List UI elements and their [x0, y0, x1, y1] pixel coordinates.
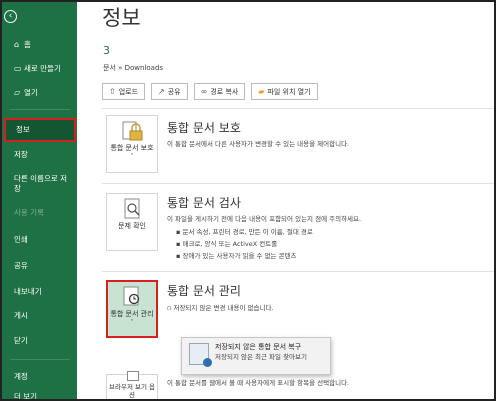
inspect-bullet: ▪ 매크로, 양식 또는 ActiveX 컨트롤	[176, 240, 278, 248]
share-button[interactable]: ↗ 공유	[151, 83, 188, 100]
browser-view-options-button[interactable]: 브라우저 보기 옵션	[106, 371, 158, 399]
file-path: 문서 » Downloads	[103, 64, 164, 72]
protect-title: 통합 문서 보호	[167, 121, 241, 135]
backstage-sidebar: ‹ ⌂ 홈 ▭ 새로 만들기 ▱ 열기 정보 저장 다른 이름으로 저장 사용 기록 …	[2, 2, 77, 399]
protect-workbook-button[interactable]: 통합 문서 보호 ˇ	[106, 115, 158, 173]
link-icon: ∞	[200, 87, 208, 96]
nav-publish[interactable]: 게시	[2, 305, 77, 327]
nav-account[interactable]: 계정	[2, 366, 77, 388]
nav-save-as[interactable]: 다른 이름으로 저장	[2, 172, 76, 198]
protect-desc: 이 통합 문서에서 다른 사용자가 변경할 수 있는 내용을 제어합니다.	[167, 140, 350, 148]
manage-title: 통합 문서 관리	[167, 284, 241, 298]
inspect-document-icon	[120, 198, 144, 220]
section-divider	[102, 183, 494, 184]
folder-icon: ▰	[258, 87, 265, 96]
manage-desc: ▫ 저장되지 않은 변경 내용이 없습니다.	[167, 304, 274, 312]
recover-unsaved-workbooks-item[interactable]: 저장되지 않은 통합 문서 복구 저장되지 않은 최근 파일 찾아보기	[182, 338, 330, 374]
nav-more[interactable]: 더 보기	[2, 386, 77, 399]
section-divider	[102, 271, 494, 272]
manage-workbook-dropdown: 저장되지 않은 통합 문서 복구 저장되지 않은 최근 파일 찾아보기	[181, 337, 331, 375]
lock-icon	[120, 120, 144, 142]
document-icon: ▫	[167, 304, 172, 312]
page-title: 정보	[102, 6, 141, 30]
open-file-location-button[interactable]: ▰ 파일 위치 열기	[251, 83, 318, 100]
info-pane: 정보 3 문서 » Downloads ⇧ 업로드 ↗ 공유 ∞ 경로 복사 ▰ 파일 …	[77, 2, 494, 399]
browser-icon	[127, 371, 139, 381]
file-name: 3	[103, 44, 110, 57]
home-icon: ⌂	[14, 40, 20, 49]
nav-new[interactable]: ▭ 새로 만들기	[2, 58, 77, 80]
check-for-issues-button[interactable]: 문제 확인	[106, 193, 158, 251]
upload-icon: ⇧	[109, 87, 116, 96]
manage-workbook-icon	[120, 286, 144, 308]
copy-path-button[interactable]: ∞ 경로 복사	[193, 83, 246, 100]
nav-history: 사용 기록	[14, 208, 44, 217]
nav-print[interactable]: 인쇄	[2, 229, 77, 251]
browser-options-desc: 이 통합 문서를 웹에서 볼 때 사용자에게 표시할 항목을 선택합니다.	[167, 379, 350, 387]
recover-file-icon	[189, 343, 212, 367]
inspect-desc: 이 파일을 게시하기 전에 다음 내용이 포함되어 있는지 점에 주의하세요.	[167, 215, 362, 223]
new-doc-icon: ▭	[14, 64, 22, 73]
upload-button[interactable]: ⇧ 업로드	[102, 83, 146, 100]
nav-export[interactable]: 내보내기	[2, 281, 77, 303]
excel-backstage-window: ‹ ⌂ 홈 ▭ 새로 만들기 ▱ 열기 정보 저장 다른 이름으로 저장 사용 기록 …	[0, 0, 496, 401]
section-divider	[102, 108, 494, 109]
chevron-down-icon: ˇ	[130, 319, 134, 327]
back-arrow-icon[interactable]: ‹	[4, 10, 17, 23]
nav-close[interactable]: 닫기	[2, 330, 77, 352]
share-icon: ↗	[158, 87, 165, 96]
file-actions-toolbar: ⇧ 업로드 ↗ 공유 ∞ 경로 복사 ▰ 파일 위치 열기	[102, 83, 318, 100]
nav-share[interactable]: 공유	[2, 255, 77, 277]
nav-home[interactable]: ⌂ 홈	[2, 34, 77, 56]
open-folder-icon: ▱	[14, 88, 21, 97]
inspect-bullet: ▪ 장애가 있는 사용자가 읽을 수 없는 콘텐츠	[176, 252, 297, 260]
nav-divider	[10, 109, 70, 110]
nav-info[interactable]: 정보	[4, 118, 76, 142]
inspect-bullet: ▪ 문서 속성, 프린터 경로, 만든 이 이름, 절대 경로	[176, 228, 313, 236]
chevron-down-icon: ˇ	[130, 153, 134, 161]
nav-save[interactable]: 저장	[2, 144, 77, 166]
inspect-title: 통합 문서 검사	[167, 196, 241, 210]
nav-open[interactable]: ▱ 열기	[2, 82, 77, 104]
manage-workbook-button[interactable]: 통합 문서 관리 ˇ	[106, 280, 158, 338]
nav-divider	[10, 359, 70, 360]
